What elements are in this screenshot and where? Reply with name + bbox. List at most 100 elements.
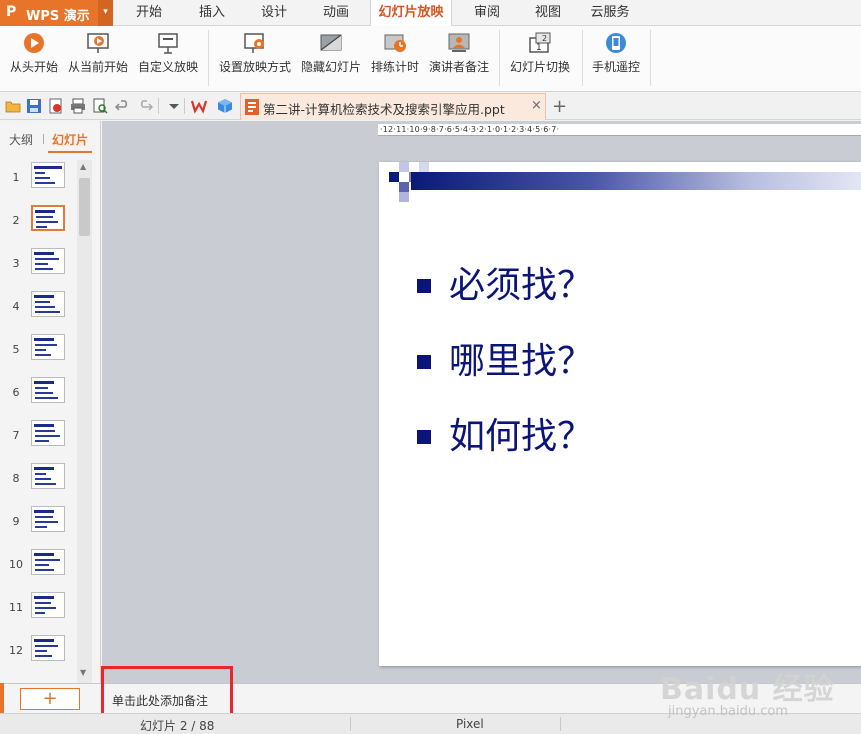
undo-icon[interactable] xyxy=(115,98,131,114)
play-screen-icon xyxy=(87,33,109,53)
thumbnail-header-bar xyxy=(34,467,54,470)
scroll-down-icon[interactable]: ▼ xyxy=(80,668,86,677)
slide-thumbnail-number: 6 xyxy=(12,386,20,399)
app-menu-button[interactable]: P WPS 演示 ▾ xyxy=(0,0,113,26)
tab-slides[interactable]: 幻灯片 xyxy=(52,131,88,148)
ppt-file-icon xyxy=(245,99,259,115)
save-icon[interactable] xyxy=(26,98,42,114)
tab-insert[interactable]: 插入 xyxy=(187,0,237,26)
custom-show-button[interactable]: 自定义放映 xyxy=(135,30,201,86)
slide-thumbnail-number: 4 xyxy=(12,300,20,313)
thumbnail-text-line xyxy=(35,564,49,566)
scroll-up-icon[interactable]: ▲ xyxy=(80,162,86,171)
thumbnail-header-bar xyxy=(34,596,54,599)
chevron-down-icon[interactable] xyxy=(166,98,182,114)
rehearse-timing-button[interactable]: 排练计时 xyxy=(367,30,423,86)
thumbnail-header-bar xyxy=(34,338,54,341)
wps-home-icon[interactable] xyxy=(191,98,207,114)
slide-canvas[interactable]: 必须找？ 哪里找？ 如何找？ xyxy=(379,162,861,666)
slide-thumbnail-image xyxy=(31,205,65,231)
document-tab[interactable]: 第二讲-计算机检索技术及搜索引擎应用.ppt × xyxy=(240,93,546,120)
thumbnail-text-line xyxy=(35,650,47,652)
slide-thumbnail[interactable]: 3 xyxy=(0,246,78,286)
slide-thumbnail-number: 8 xyxy=(12,472,20,485)
tab-cloud[interactable]: 云服务 xyxy=(585,0,635,26)
slide-thumbnail[interactable]: 9 xyxy=(0,504,78,544)
add-slide-button[interactable]: + xyxy=(20,688,80,710)
slide-thumbnail[interactable]: 12 xyxy=(0,633,78,673)
slide-thumbnail[interactable]: 2 xyxy=(0,203,78,243)
slide-thumbnail[interactable]: 1 xyxy=(0,160,78,200)
annotation-highlight-box xyxy=(101,666,233,717)
setup-show-button[interactable]: 设置放映方式 xyxy=(216,30,294,86)
scrollbar-thumb[interactable] xyxy=(79,178,90,236)
thumbnail-text-line xyxy=(35,344,57,346)
panel-tab-divider xyxy=(43,134,44,144)
tab-view[interactable]: 视图 xyxy=(523,0,573,26)
ribbon-divider xyxy=(650,30,651,86)
bullet-square-icon xyxy=(417,355,431,369)
slide-thumbnail[interactable]: 10 xyxy=(0,547,78,587)
thumbnail-text-line xyxy=(35,392,53,394)
thumbnail-text-line xyxy=(35,516,53,518)
unit-label: Pixel xyxy=(456,717,484,731)
thumbnail-text-line xyxy=(35,602,51,604)
slide-deco-square xyxy=(399,192,409,202)
slide-thumbnail-image xyxy=(31,248,65,274)
tab-slideshow[interactable]: 幻灯片放映 xyxy=(370,0,452,27)
slide-thumbnail-number: 3 xyxy=(12,257,20,270)
print-icon[interactable] xyxy=(70,98,86,114)
status-divider xyxy=(350,717,351,731)
tab-outline[interactable]: 大纲 xyxy=(9,131,33,148)
thumbnail-text-line xyxy=(35,526,47,528)
export-pdf-icon[interactable] xyxy=(48,98,64,114)
wps-logo-icon: P xyxy=(6,4,17,20)
tab-start[interactable]: 开始 xyxy=(124,0,174,26)
new-tab-button[interactable]: + xyxy=(552,96,567,117)
slide-thumbnail[interactable]: 8 xyxy=(0,461,78,501)
gear-screen-icon xyxy=(244,33,264,53)
slide-thumbnail[interactable]: 7 xyxy=(0,418,78,458)
play-circle-icon xyxy=(24,33,44,53)
thumbnail-text-line xyxy=(35,478,51,480)
slide-thumbnail-number: 5 xyxy=(12,343,20,356)
thumbnail-text-line xyxy=(35,569,54,571)
from-current-button[interactable]: 从当前开始 xyxy=(66,30,130,86)
slide-deco-square xyxy=(399,182,409,192)
phone-remote-button[interactable]: 手机遥控 xyxy=(588,30,644,86)
slide-thumbnail-image xyxy=(31,463,65,489)
thumbnail-text-line xyxy=(35,349,46,351)
slide-thumbnail[interactable]: 11 xyxy=(0,590,78,630)
toolbar-divider xyxy=(158,98,159,114)
slide-thumbnail-image xyxy=(31,291,65,317)
print-preview-icon[interactable] xyxy=(92,98,108,114)
slide-thumbnail[interactable]: 4 xyxy=(0,289,78,329)
from-start-button[interactable]: 从头开始 xyxy=(6,30,62,86)
slide-thumbnail-image xyxy=(31,377,65,403)
thumbnail-text-line xyxy=(35,430,55,432)
cube-icon[interactable] xyxy=(217,98,233,114)
tab-design[interactable]: 设计 xyxy=(249,0,299,26)
chevron-down-icon[interactable]: ▾ xyxy=(98,0,113,26)
slide-thumbnail[interactable]: 6 xyxy=(0,375,78,415)
presenter-icon xyxy=(448,33,470,52)
bullet-text: 必须找？ xyxy=(449,265,594,306)
slide-thumbnail[interactable]: 5 xyxy=(0,332,78,372)
active-tab-underline xyxy=(48,151,92,153)
slide-thumbnail-number: 9 xyxy=(12,515,20,528)
tab-review[interactable]: 审阅 xyxy=(462,0,512,26)
presenter-notes-button[interactable]: 演讲者备注 xyxy=(426,30,492,86)
thumbnail-scrollbar[interactable]: ▲ ▼ xyxy=(77,160,92,683)
switch-slide-icon: 12 xyxy=(529,32,551,53)
redo-icon[interactable] xyxy=(137,98,153,114)
close-icon[interactable]: × xyxy=(531,98,542,113)
bullet-text: 如何找？ xyxy=(449,416,594,457)
slide-switch-button[interactable]: 12 幻灯片切换 xyxy=(505,30,575,86)
thumbnail-text-line xyxy=(36,221,58,223)
watermark-brand: Baidu 经验 xyxy=(660,672,835,707)
open-folder-icon[interactable] xyxy=(5,98,21,114)
thumbnail-text-line xyxy=(35,177,50,179)
hide-slide-button[interactable]: 隐藏幻灯片 xyxy=(298,30,364,86)
tab-animation[interactable]: 动画 xyxy=(311,0,361,26)
thumbnail-header-bar xyxy=(34,295,54,298)
